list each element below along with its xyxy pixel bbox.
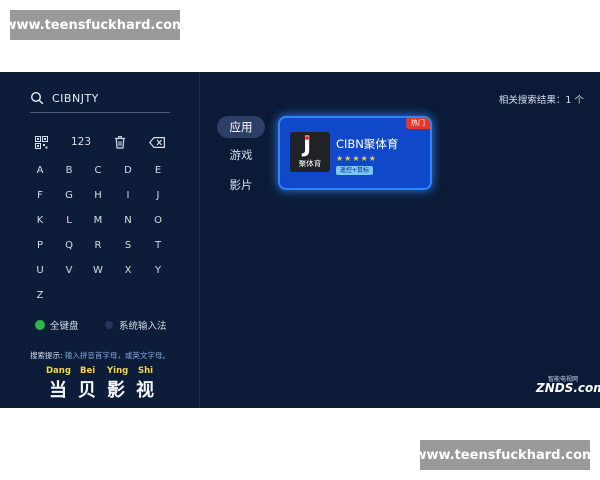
key-x[interactable]: X [116, 264, 140, 278]
brand-char: 当 [49, 380, 67, 401]
key-d[interactable]: D [116, 164, 140, 178]
search-hint: 搜索提示: 输入拼音首字母，或英文字母。 [30, 350, 170, 361]
watermark-top: www.teensfuckhard.com [4, 10, 186, 40]
key-m[interactable]: M [86, 214, 110, 228]
full-keyboard-label: 全键盘 [50, 321, 79, 332]
key-n[interactable]: N [116, 214, 140, 228]
selected-check-icon [36, 321, 44, 329]
brand-pinyin: Ying [107, 366, 129, 376]
control-tag: 遥控+鼠标 [336, 166, 374, 175]
rating-stars-icon: ★★★★★ [336, 154, 377, 163]
keyboard-toolbar: 123 [28, 134, 178, 150]
tab-games[interactable]: 游戏 [217, 144, 265, 166]
brand-char: 贝 [78, 380, 96, 401]
keyboard-panel: CIBNJTY 123 A B C D E F G H I J K L M N … [0, 72, 200, 408]
qr-code-icon[interactable] [33, 134, 49, 150]
key-f[interactable]: F [28, 189, 52, 203]
brand-pinyin: Dang [46, 366, 71, 376]
key-j[interactable]: J [146, 189, 170, 203]
key-r[interactable]: R [86, 239, 110, 253]
dangbei-brand-logo: Dang Bei Ying Shi 当 贝 影 视 [46, 366, 176, 402]
znds-logo-main: ZNDS.com [536, 381, 600, 395]
tv-screen: CIBNJTY 123 A B C D E F G H I J K L M N … [0, 72, 600, 408]
znds-logo: 智能电视网 ZNDS.com [536, 374, 600, 398]
brand-pinyin: Shi [138, 366, 154, 376]
brand-char: 影 [107, 380, 125, 401]
result-count: 相关搜索结果：1 个 [498, 95, 584, 106]
key-a[interactable]: A [28, 164, 52, 178]
backspace-icon[interactable] [148, 134, 166, 150]
search-input[interactable]: CIBNJTY [30, 84, 170, 113]
key-g[interactable]: G [57, 189, 81, 203]
key-y[interactable]: Y [146, 264, 170, 278]
search-icon [30, 91, 44, 105]
key-c[interactable]: C [86, 164, 110, 178]
tab-apps[interactable]: 应用 [217, 116, 265, 138]
system-input-option[interactable]: 系统输入法 [105, 318, 167, 332]
key-k[interactable]: K [28, 214, 52, 228]
key-q[interactable]: Q [57, 239, 81, 253]
hot-badge: 热门 [406, 118, 430, 129]
app-logo-text: 聚体育 [298, 159, 322, 168]
key-o[interactable]: O [146, 214, 170, 228]
full-keyboard-option[interactable]: 全键盘 [36, 318, 79, 332]
brand-char: 视 [136, 380, 154, 401]
tab-movies[interactable]: 影片 [217, 174, 265, 196]
key-i[interactable]: I [116, 189, 140, 203]
key-l[interactable]: L [57, 214, 81, 228]
key-p[interactable]: P [28, 239, 52, 253]
search-value: CIBNJTY [52, 91, 99, 105]
app-logo-dot [305, 136, 309, 140]
app-result-card[interactable]: J 聚体育 CIBN聚体育 ★★★★★ 遥控+鼠标 热门 [280, 118, 430, 188]
key-h[interactable]: H [86, 189, 110, 203]
trash-icon[interactable] [112, 134, 128, 150]
app-name: CIBN聚体育 [336, 137, 399, 151]
key-e[interactable]: E [146, 164, 170, 178]
key-s[interactable]: S [116, 239, 140, 253]
unselected-radio-icon [105, 321, 113, 329]
key-b[interactable]: B [57, 164, 81, 178]
key-u[interactable]: U [28, 264, 52, 278]
watermark-bottom: www.teensfuckhard.com [414, 440, 596, 470]
key-w[interactable]: W [86, 264, 110, 278]
system-input-label: 系统输入法 [119, 321, 167, 332]
brand-pinyin: Bei [80, 366, 96, 376]
key-z[interactable]: Z [28, 289, 52, 303]
app-logo-icon: J 聚体育 [290, 132, 330, 172]
numbers-key[interactable]: 123 [66, 134, 96, 150]
hint-label: 搜索提示: [30, 351, 63, 360]
key-v[interactable]: V [57, 264, 81, 278]
hint-text: 输入拼音首字母，或英文字母。 [64, 351, 170, 360]
key-t[interactable]: T [146, 239, 170, 253]
